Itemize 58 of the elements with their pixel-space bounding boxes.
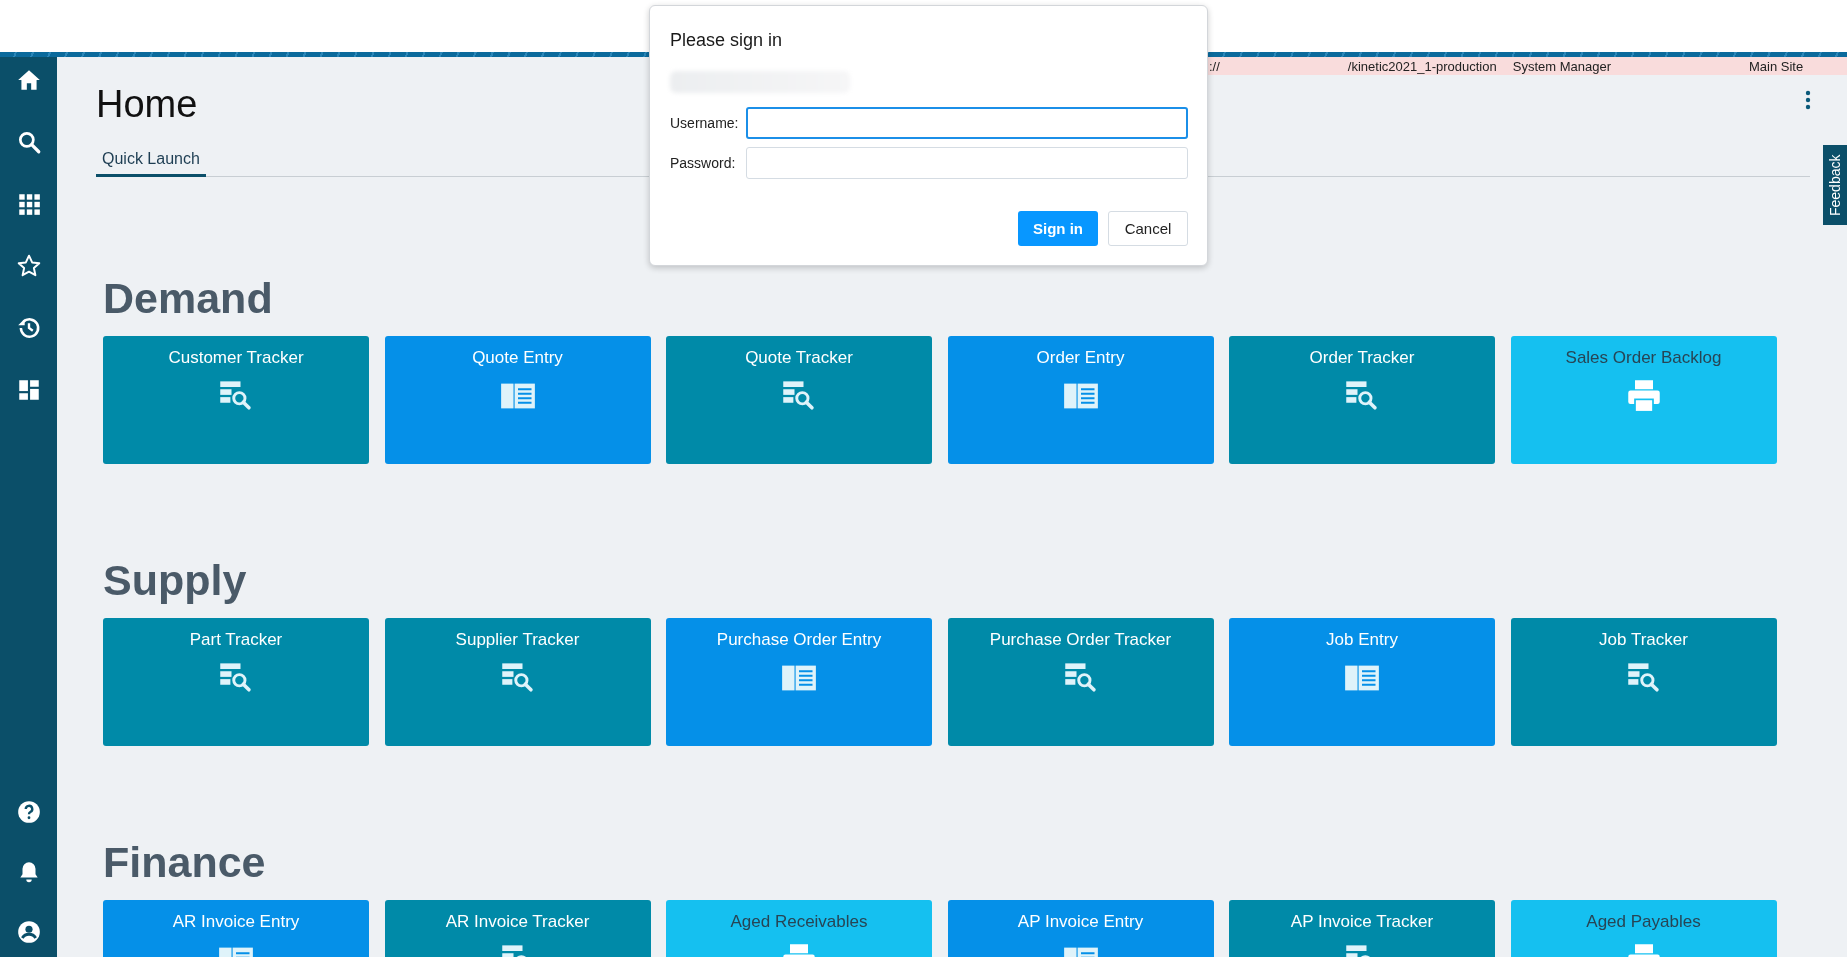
tile-label: Sales Order Backlog	[1565, 348, 1722, 368]
app-tile[interactable]: AP Invoice Tracker	[1229, 900, 1495, 957]
app-tile[interactable]: Quote Tracker	[666, 336, 932, 464]
tile-label: AP Invoice Entry	[1017, 912, 1144, 932]
app-tile[interactable]: Order Tracker	[1229, 336, 1495, 464]
star-icon[interactable]	[15, 253, 42, 279]
feedback-tab[interactable]: Feedback	[1823, 145, 1847, 225]
tab[interactable]: Quick Launch	[96, 150, 206, 177]
app-tile[interactable]: Order Entry	[947, 336, 1214, 464]
app-tile[interactable]: Purchase Order Entry	[666, 618, 932, 746]
tile-label: Job Tracker	[1599, 630, 1688, 650]
section-heading: Finance	[103, 838, 267, 886]
app-tile[interactable]: Job Entry	[1229, 618, 1495, 746]
tile-label: Customer Tracker	[168, 348, 304, 368]
section-heading: Supply	[103, 556, 248, 604]
app-tile[interactable]: Sales Order Backlog	[1510, 336, 1777, 464]
password-field[interactable]	[746, 147, 1188, 179]
environment-text: Main Site	[1749, 58, 1804, 74]
app-tile[interactable]: AR Invoice Entry	[103, 900, 369, 957]
field-label: Username:	[670, 115, 740, 131]
environment-text: System Manager	[1512, 58, 1611, 74]
dialog-title: Please sign in	[670, 30, 784, 51]
tile-label: Job Entry	[1326, 630, 1398, 650]
cancel-button[interactable]: Cancel	[1108, 211, 1188, 246]
app-tile[interactable]: AP Invoice Entry	[947, 900, 1214, 957]
more-options-icon[interactable]	[1805, 89, 1811, 110]
app-tile[interactable]: Supplier Tracker	[384, 618, 651, 746]
environment-text: ://	[1209, 58, 1220, 74]
tile-label: Aged Payables	[1586, 912, 1701, 932]
tile-label: Part Tracker	[189, 630, 283, 650]
tile-label: Purchase Order Entry	[716, 630, 882, 650]
username-field[interactable]	[746, 107, 1188, 139]
tile-label: AP Invoice Tracker	[1290, 912, 1434, 932]
tile-label: Aged Receivables	[730, 912, 868, 932]
tile-label: Supplier Tracker	[455, 630, 580, 650]
tile-label: Order Entry	[1036, 348, 1125, 368]
app-tile[interactable]: Purchase Order Tracker	[947, 618, 1214, 746]
tile-label: AR Invoice Entry	[172, 912, 300, 932]
environment-text: /kinetic2021_1-production	[1347, 58, 1497, 74]
app-tile[interactable]: Aged Payables	[1510, 900, 1777, 957]
tile-label: Purchase Order Tracker	[989, 630, 1172, 650]
field-label: Password:	[670, 155, 737, 171]
printer-icon	[1625, 378, 1662, 414]
app-tile[interactable]: Job Tracker	[1510, 618, 1777, 746]
app-tile[interactable]: Aged Receivables	[666, 900, 932, 957]
tile-label: Order Tracker	[1309, 348, 1415, 368]
page-title: Home	[96, 83, 198, 126]
app-tile[interactable]: Quote Entry	[384, 336, 651, 464]
tile-label: Quote Entry	[472, 348, 563, 368]
section-heading: Demand	[103, 274, 274, 322]
app-tile[interactable]: Customer Tracker	[103, 336, 369, 464]
tile-label: Quote Tracker	[745, 348, 853, 368]
help-icon[interactable]	[15, 799, 42, 825]
sign-in-button[interactable]: Sign in	[1018, 211, 1098, 246]
app-tile[interactable]: Part Tracker	[103, 618, 369, 746]
tile-label: AR Invoice Tracker	[445, 912, 590, 932]
user-icon[interactable]	[15, 919, 42, 945]
app-tile[interactable]: AR Invoice Tracker	[384, 900, 651, 957]
